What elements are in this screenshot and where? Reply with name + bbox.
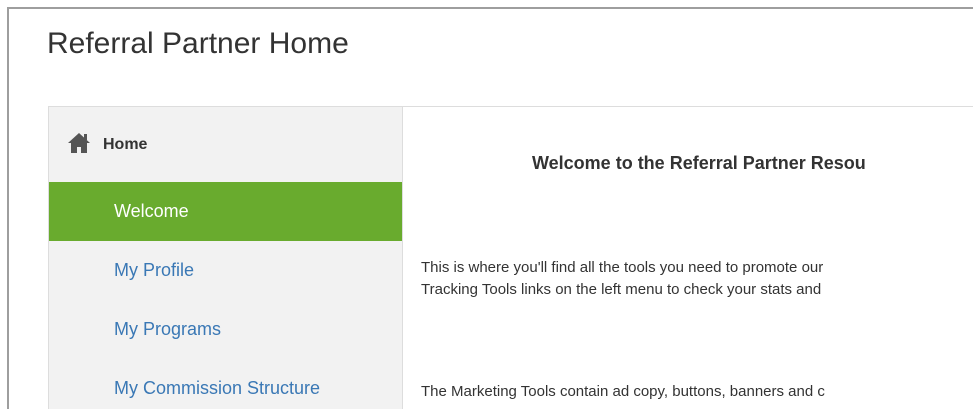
sidebar-item-my-programs[interactable]: My Programs [49, 300, 402, 359]
intro-line-2: Tracking Tools links on the left menu to… [421, 281, 822, 298]
sidebar-header-home[interactable]: Home [49, 107, 402, 182]
app-frame: Referral Partner Home Home Welcome My Pr… [7, 7, 973, 409]
marketing-paragraph: The Marketing Tools contain ad copy, but… [421, 381, 825, 403]
intro-line-1: This is where you'll find all the tools … [421, 259, 824, 276]
content-area: Welcome to the Referral Partner Resou Th… [403, 107, 973, 409]
sidebar-item-my-profile[interactable]: My Profile [49, 241, 402, 300]
home-icon [67, 132, 91, 154]
sidebar: Home Welcome My Profile My Programs My C… [49, 107, 403, 409]
intro-paragraph: This is where you'll find all the tools … [421, 257, 823, 301]
welcome-heading: Welcome to the Referral Partner Resou [532, 153, 866, 173]
sidebar-item-welcome[interactable]: Welcome [49, 182, 402, 241]
page-title: Referral Partner Home [47, 27, 349, 60]
sidebar-item-my-commission-structure[interactable]: My Commission Structure [49, 359, 402, 409]
marketing-line-1: The Marketing Tools contain ad copy, but… [421, 383, 825, 400]
main-panel: Home Welcome My Profile My Programs My C… [48, 106, 973, 409]
sidebar-header-label: Home [103, 135, 148, 153]
